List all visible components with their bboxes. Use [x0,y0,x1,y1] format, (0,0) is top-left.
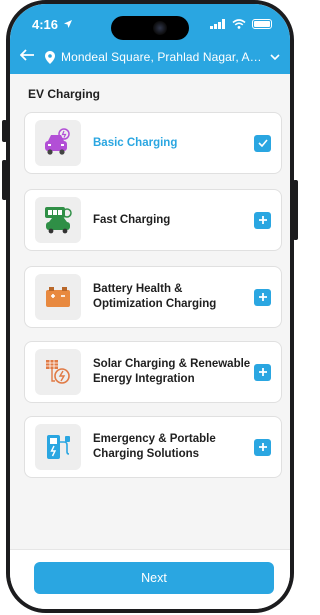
option-label: Basic Charging [93,136,178,149]
wifi-icon [232,17,246,32]
location-pin-icon [45,50,55,64]
back-arrow-icon[interactable] [19,48,35,66]
option-label: Battery Health & Optimization Charging [93,283,217,310]
app-header: 4:16 Mondeal Square, Prahlad Nagar, Ah [10,4,290,74]
section-title: EV Charging [28,87,101,101]
camera-icon [153,21,167,35]
fast-charging-car-icon [35,197,81,243]
check-icon[interactable] [254,134,271,152]
option-card-solar-charging[interactable]: Solar Charging & Renewable Energy Integr… [24,341,282,403]
option-label: Fast Charging [93,213,171,226]
option-label: Emergency & Portable Charging Solutions [93,433,216,460]
dynamic-island [111,16,189,40]
option-label: Solar Charging & Renewable Energy Integr… [93,358,251,385]
option-card-fast-charging[interactable]: Fast Charging [24,189,282,251]
ev-car-plug-icon [35,120,81,166]
status-time: 4:16 [32,16,59,32]
footer-bar: Next [10,549,290,609]
next-button[interactable]: Next [34,562,274,594]
battery-icon [35,274,81,320]
location-arrow-icon [63,17,73,32]
location-selector[interactable]: Mondeal Square, Prahlad Nagar, Ahmedabad [10,44,290,70]
option-card-basic-charging[interactable]: Basic Charging [24,112,282,174]
phone-frame: 4:16 Mondeal Square, Prahlad Nagar, Ah E… [6,0,294,613]
plus-icon[interactable] [254,288,271,306]
plus-icon[interactable] [254,363,271,381]
option-card-emergency-portable[interactable]: Emergency & Portable Charging Solutions [24,416,282,478]
solar-panel-icon [35,349,81,395]
signal-icon [210,17,226,32]
ev-charging-station-icon [35,424,81,470]
chevron-down-icon[interactable] [270,53,280,61]
option-card-battery-health[interactable]: Battery Health & Optimization Charging [24,266,282,328]
plus-icon[interactable] [254,438,271,456]
battery-status-icon [252,19,272,29]
plus-icon[interactable] [254,211,271,229]
status-bar: 4:16 [10,4,290,44]
main-content: EV Charging Basic Charging Fast Charging… [10,74,290,549]
location-text[interactable]: Mondeal Square, Prahlad Nagar, Ahmedabad [61,50,262,64]
